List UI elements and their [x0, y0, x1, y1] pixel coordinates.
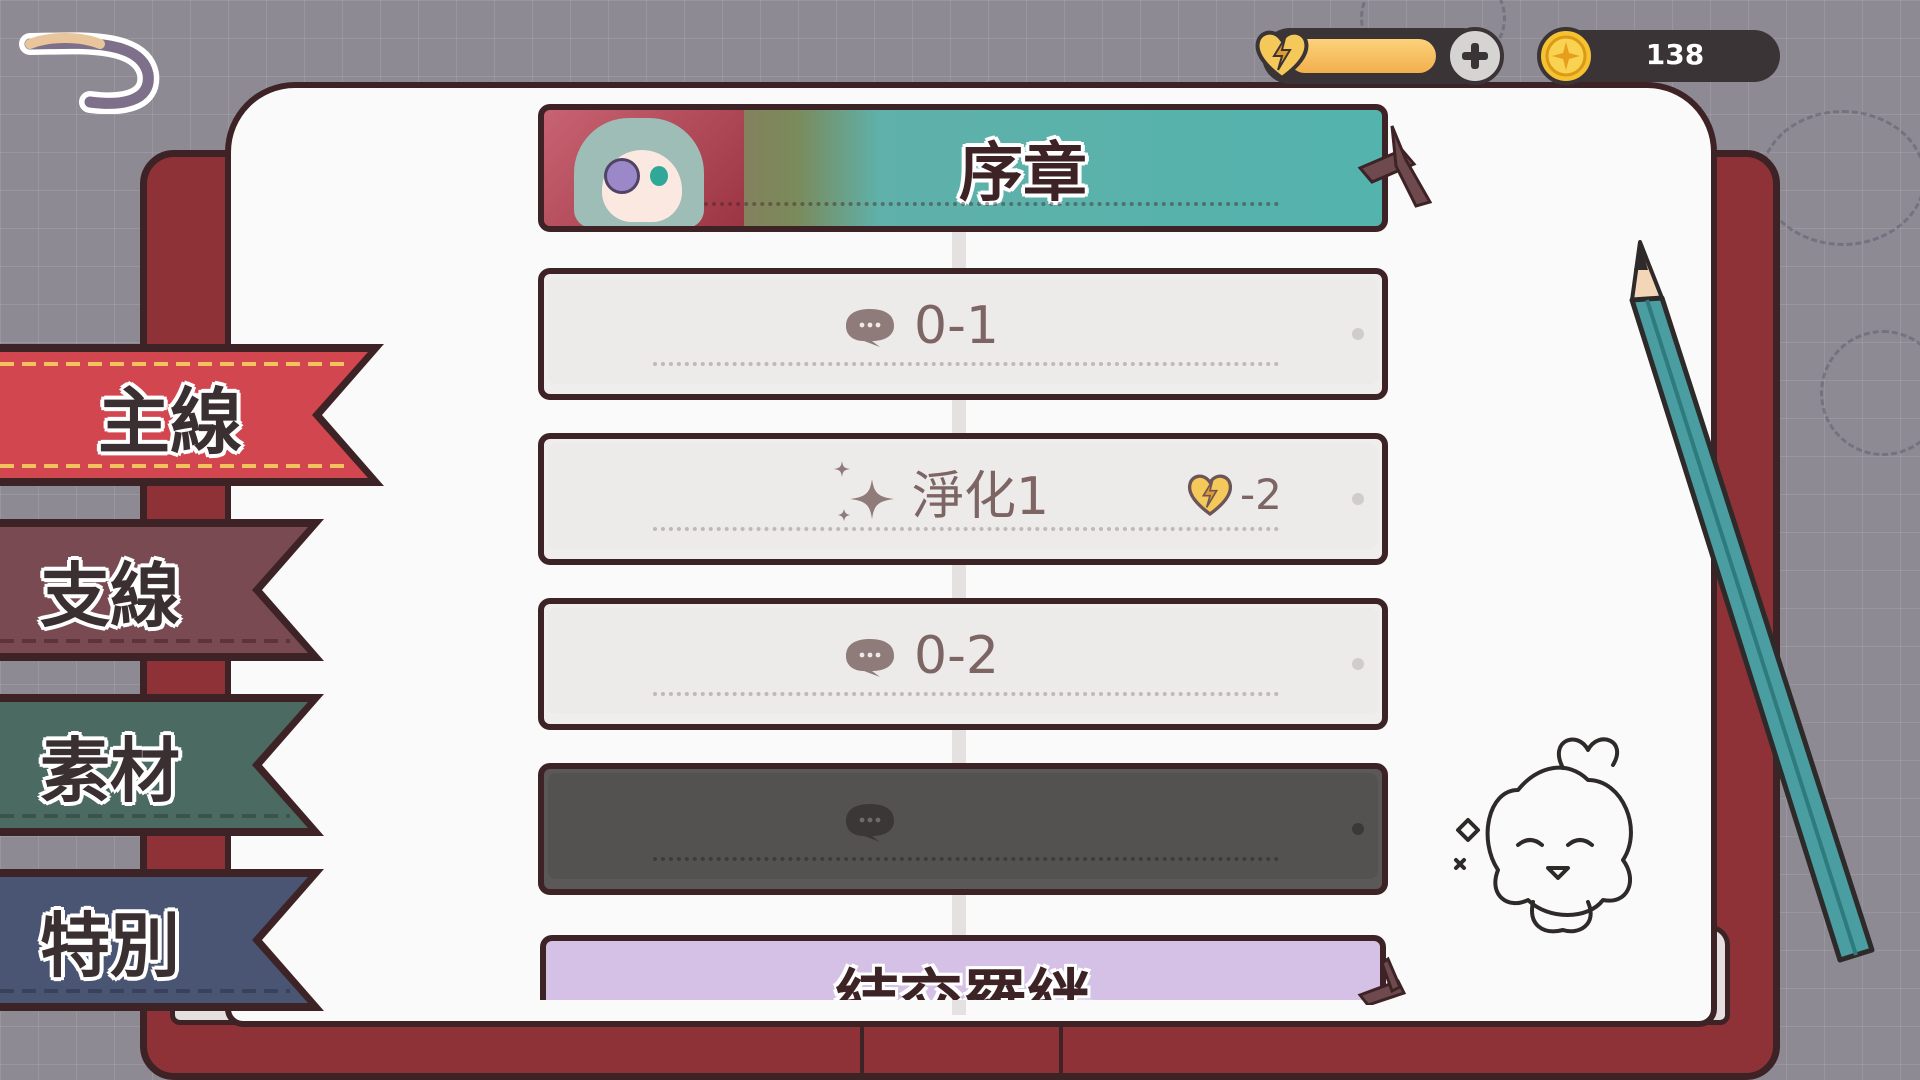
divider	[653, 857, 1279, 861]
tab-main-story[interactable]: 主線	[0, 340, 390, 490]
tab-special-label: 特別	[40, 903, 180, 987]
speech-bubble-icon	[846, 309, 894, 347]
stage-card-0-1[interactable]: 0-1	[538, 268, 1388, 400]
gold-coin-icon	[1537, 27, 1595, 85]
sparkle-icon	[834, 461, 894, 521]
chapter-header-next[interactable]: 結交羅絆	[540, 935, 1386, 1000]
status-dot	[1352, 493, 1364, 505]
stamina-cost-value: -2	[1240, 469, 1282, 519]
tab-materials[interactable]: 素材	[0, 690, 330, 840]
status-dot	[1352, 658, 1364, 670]
stage-card-locked[interactable]	[538, 763, 1388, 895]
book-spine	[860, 1025, 1063, 1080]
bookmark-clip-icon	[1357, 125, 1432, 208]
stage-card-purify-1[interactable]: 淨化1 -2	[538, 433, 1388, 565]
add-stamina-button[interactable]	[1446, 27, 1504, 85]
chapter-title: 結交羅絆	[546, 949, 1380, 1000]
bg-doodle-circle	[1760, 110, 1920, 246]
chapter-header-prologue[interactable]: 序章	[538, 104, 1388, 232]
stamina-cost: -2	[1184, 469, 1282, 519]
stage-card-0-2[interactable]: 0-2	[538, 598, 1388, 730]
bookmark-clip-icon	[1357, 956, 1407, 1005]
coin-count: 138	[1645, 38, 1705, 71]
stage-label: 0-2	[914, 626, 999, 686]
divider	[653, 692, 1279, 696]
tab-special[interactable]: 特別	[0, 865, 330, 1015]
speech-bubble-icon	[846, 639, 894, 677]
tab-main-story-label: 主線	[97, 378, 242, 464]
divider	[653, 527, 1279, 531]
divider	[704, 202, 1279, 206]
chibi-doodle-image	[1454, 737, 1633, 934]
status-dot	[1352, 328, 1364, 340]
chapter-title: 序章	[959, 136, 1087, 211]
tab-materials-label: 素材	[40, 728, 180, 812]
tab-side-story[interactable]: 支線	[0, 515, 330, 665]
lightning-heart-icon	[1187, 474, 1233, 517]
speech-bubble-icon	[846, 804, 894, 842]
lightning-heart-icon	[1255, 30, 1309, 81]
status-dot	[1352, 823, 1364, 835]
divider	[653, 362, 1279, 366]
stage-label: 0-1	[914, 296, 999, 356]
tab-side-story-label: 支線	[40, 553, 180, 637]
back-button[interactable]	[10, 14, 170, 114]
stage-label: 淨化1	[912, 466, 1050, 527]
